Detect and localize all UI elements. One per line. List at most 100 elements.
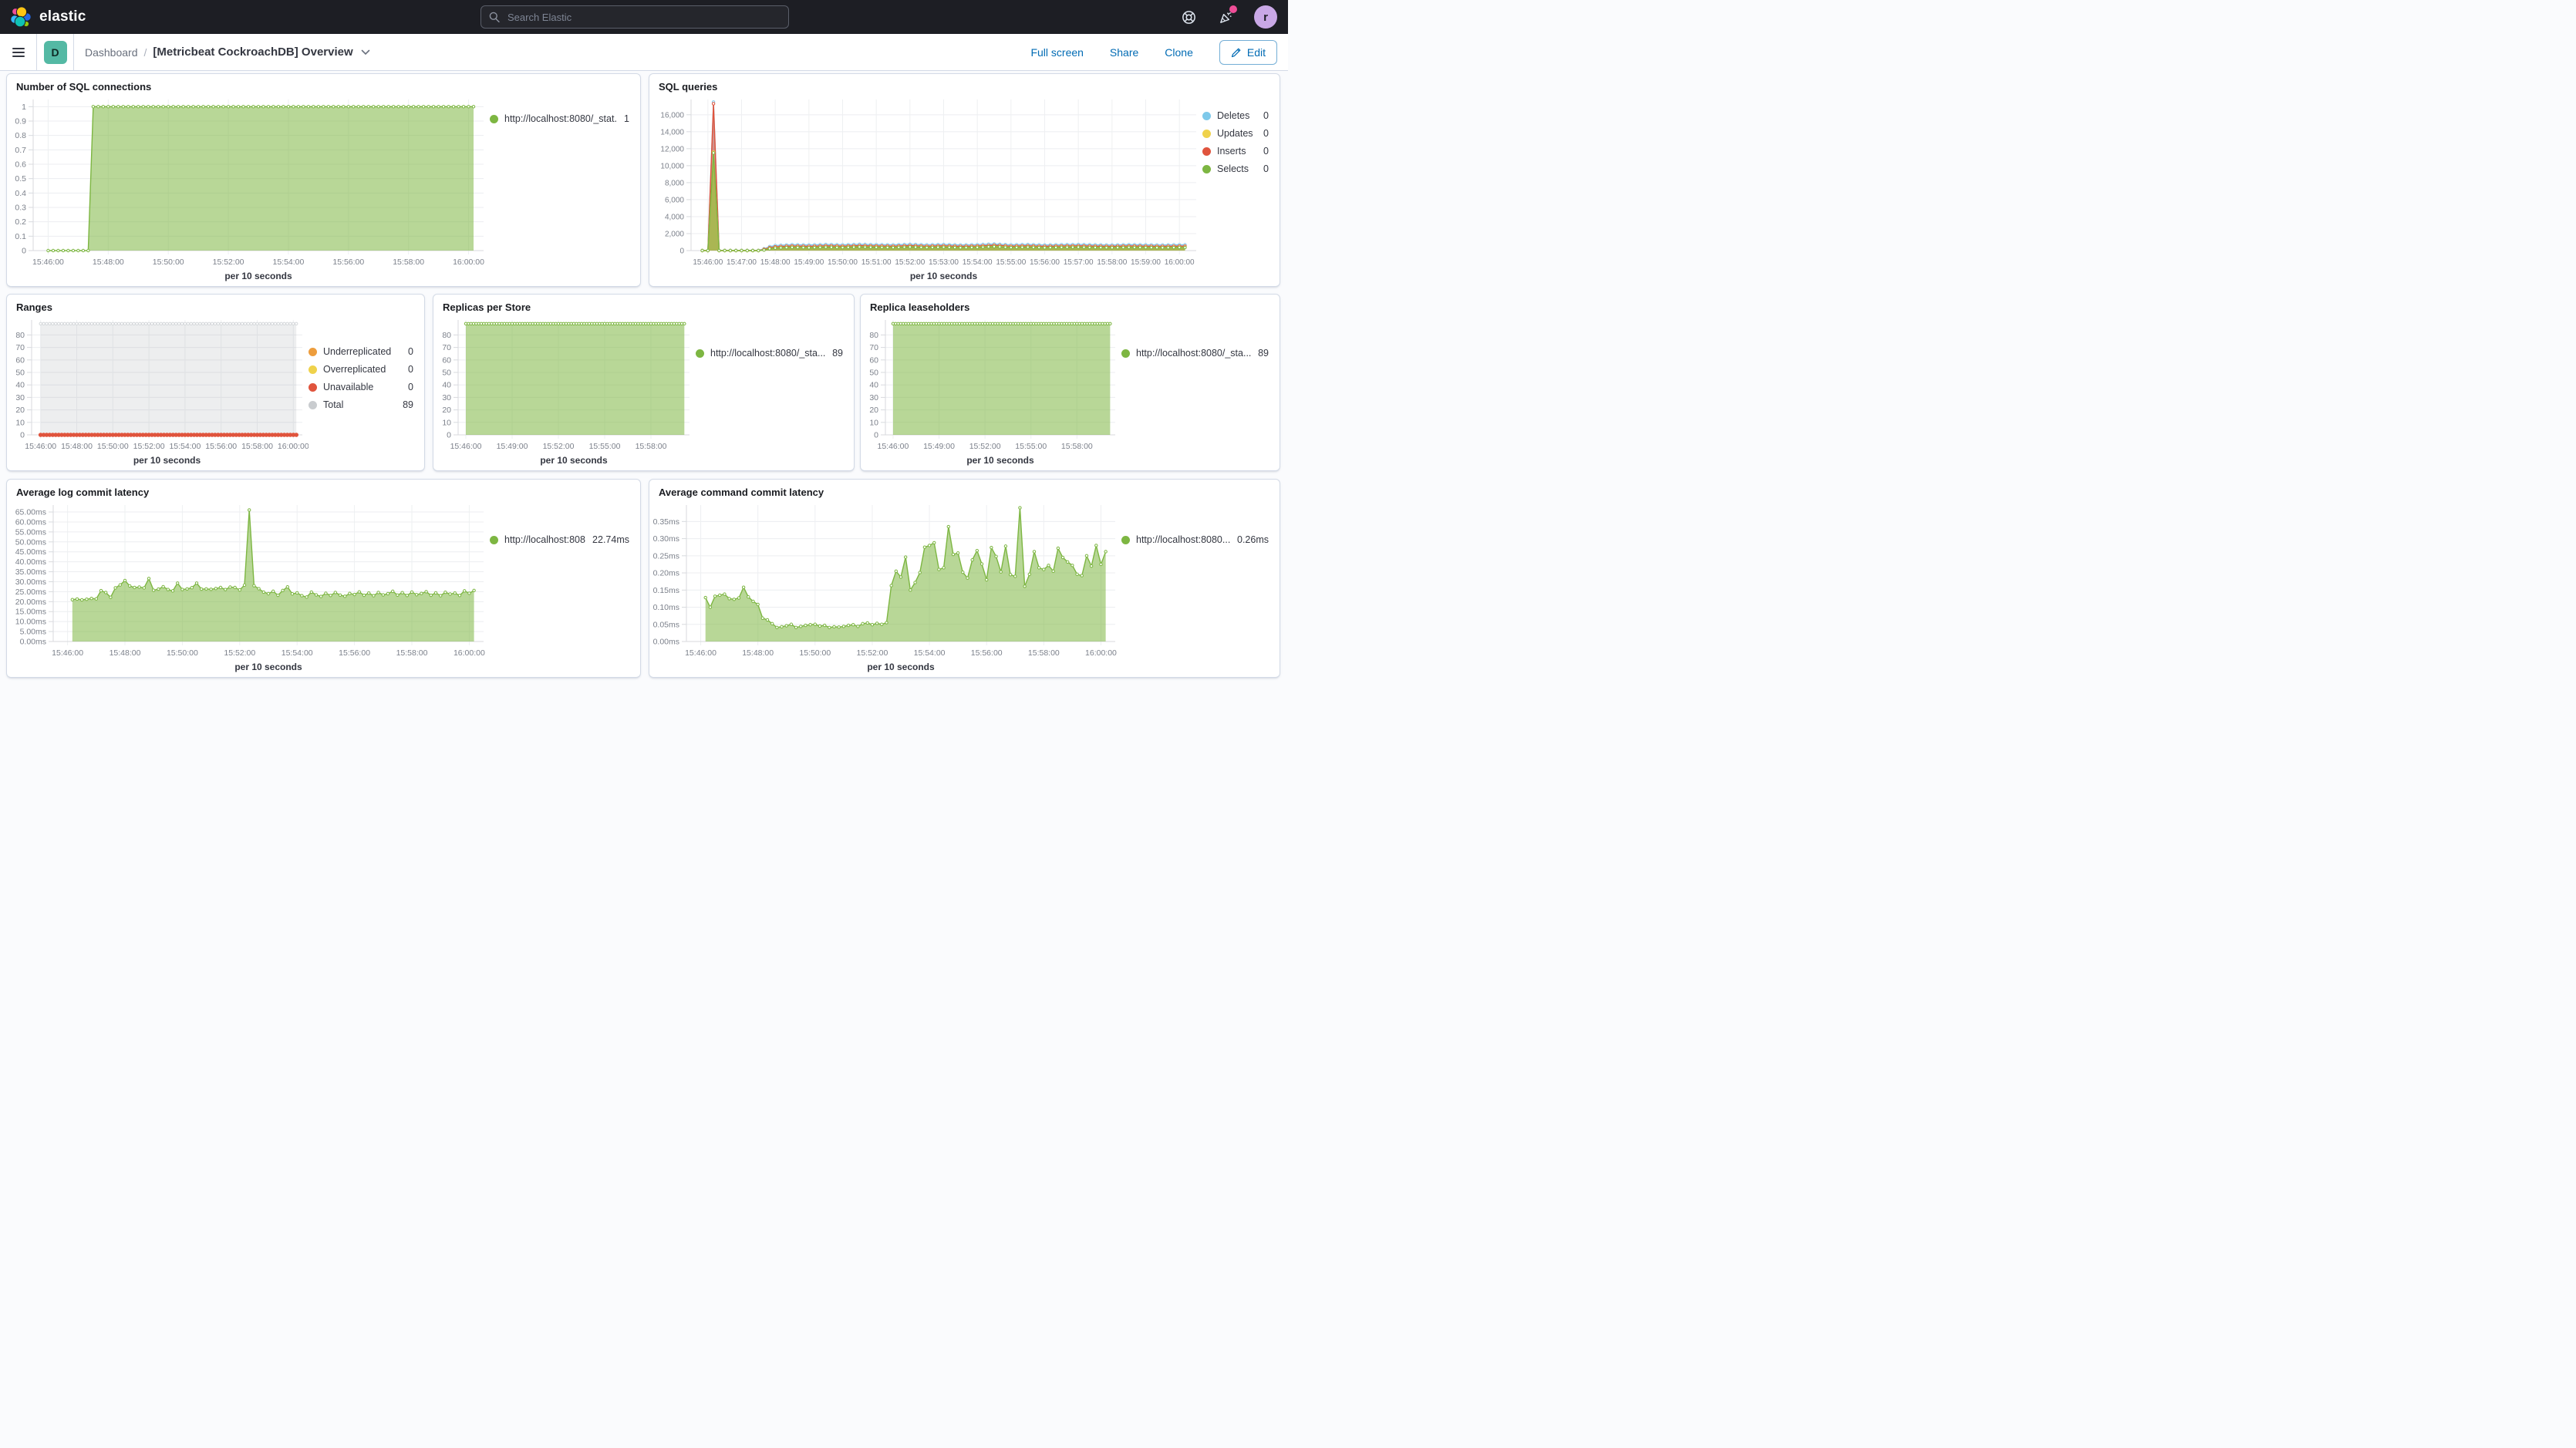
svg-text:per 10 seconds: per 10 seconds <box>234 662 302 672</box>
svg-text:0.4: 0.4 <box>15 189 26 198</box>
panel-title: Average command commit latency <box>649 480 1280 499</box>
brand-text: elastic <box>39 8 86 25</box>
global-search[interactable] <box>480 5 789 29</box>
legend-value: 1 <box>624 113 629 124</box>
svg-text:0: 0 <box>874 431 878 440</box>
legend-item[interactable]: Inserts0 <box>1202 146 1269 157</box>
svg-text:0.9: 0.9 <box>15 117 26 126</box>
svg-text:15:48:00: 15:48:00 <box>110 648 141 658</box>
legend-item[interactable]: http://localhost:8080/_sta...89 <box>696 348 843 359</box>
share-button[interactable]: Share <box>1110 46 1138 59</box>
panel-ranges: Ranges0102030405060708015:46:0015:48:001… <box>6 294 425 471</box>
svg-text:15:56:00: 15:56:00 <box>971 648 1003 658</box>
space-badge[interactable]: D <box>44 41 67 64</box>
chart-legend: http://localhost:808... 22.74ms <box>490 499 640 677</box>
legend-item[interactable]: http://localhost:808... 22.74ms <box>490 534 629 545</box>
legend-item[interactable]: Deletes0 <box>1202 110 1269 121</box>
hamburger-icon <box>12 48 25 57</box>
legend-item[interactable]: Total89 <box>309 399 413 410</box>
legend-value: 89 <box>1258 348 1269 359</box>
legend-color-dot-icon <box>696 349 704 358</box>
elastic-brand: elastic <box>0 5 179 29</box>
svg-text:15:54:00: 15:54:00 <box>282 648 313 658</box>
chart-plot-area[interactable]: 0102030405060708015:46:0015:49:0015:52:0… <box>433 314 696 470</box>
breadcrumb: Dashboard / [Metricbeat CockroachDB] Ove… <box>74 45 370 59</box>
legend-label: Unavailable <box>323 382 373 392</box>
svg-text:0.05ms: 0.05ms <box>653 620 679 629</box>
legend-label: http://localhost:808... <box>504 534 586 545</box>
chart-plot-area[interactable]: 0102030405060708015:46:0015:49:0015:52:0… <box>861 314 1121 470</box>
svg-text:15:48:00: 15:48:00 <box>61 442 93 451</box>
top-nav-bar: elastic <box>0 0 1288 34</box>
panel-title: SQL queries <box>649 74 1280 93</box>
svg-text:55.00ms: 55.00ms <box>15 527 46 537</box>
svg-text:15:48:00: 15:48:00 <box>742 648 774 658</box>
chart-plot-area[interactable]: 0.00ms0.05ms0.10ms0.15ms0.20ms0.25ms0.30… <box>649 499 1121 677</box>
svg-text:0.8: 0.8 <box>15 131 26 140</box>
svg-text:15:46:00: 15:46:00 <box>450 442 482 451</box>
legend-item[interactable]: http://localhost:8080/_stat... 1 <box>490 113 629 124</box>
panel-title: Number of SQL connections <box>7 74 640 93</box>
menu-button[interactable] <box>0 34 37 70</box>
svg-text:15:47:00: 15:47:00 <box>727 258 757 267</box>
legend-item[interactable]: http://localhost:8080/_sta...89 <box>1121 348 1269 359</box>
svg-text:15:52:00: 15:52:00 <box>133 442 165 451</box>
svg-text:0: 0 <box>20 431 25 440</box>
fullscreen-button[interactable]: Full screen <box>1030 46 1083 59</box>
help-icon[interactable] <box>1180 8 1197 25</box>
edit-button-label: Edit <box>1247 46 1266 59</box>
chart-plot-area[interactable]: 02,0004,0006,0008,00010,00012,00014,0001… <box>649 93 1202 286</box>
newsfeed-icon[interactable] <box>1217 8 1234 25</box>
svg-text:15:46:00: 15:46:00 <box>693 258 723 267</box>
legend-item[interactable]: Unavailable0 <box>309 382 413 392</box>
svg-text:0.25ms: 0.25ms <box>653 551 679 561</box>
svg-text:15:49:00: 15:49:00 <box>497 442 528 451</box>
edit-button[interactable]: Edit <box>1219 40 1277 65</box>
legend-label: Total <box>323 399 343 410</box>
svg-text:per 10 seconds: per 10 seconds <box>966 455 1034 466</box>
svg-text:60: 60 <box>869 355 878 365</box>
legend-label: http://localhost:8080/_stat... <box>504 113 618 124</box>
svg-text:20.00ms: 20.00ms <box>15 598 46 607</box>
svg-text:14,000: 14,000 <box>660 128 684 136</box>
svg-text:10: 10 <box>15 418 25 427</box>
svg-text:0.3: 0.3 <box>15 204 26 213</box>
svg-text:30: 30 <box>15 393 25 402</box>
chart-legend: Deletes0 Updates0 Inserts0 Selects0 <box>1202 93 1280 286</box>
svg-text:15:58:00: 15:58:00 <box>636 442 667 451</box>
legend-value: 22.74ms <box>592 534 629 545</box>
svg-text:15:54:00: 15:54:00 <box>169 442 201 451</box>
chart-legend: http://localhost:8080/_stat... 1 <box>490 93 640 286</box>
svg-text:0.6: 0.6 <box>15 160 26 170</box>
svg-text:15:50:00: 15:50:00 <box>799 648 831 658</box>
legend-item[interactable]: Updates0 <box>1202 128 1269 139</box>
legend-item[interactable]: http://localhost:8080...0.26ms <box>1121 534 1269 545</box>
clone-button[interactable]: Clone <box>1165 46 1193 59</box>
svg-text:15:54:00: 15:54:00 <box>272 258 304 267</box>
svg-text:60: 60 <box>442 355 451 365</box>
svg-text:15:52:00: 15:52:00 <box>213 258 244 267</box>
svg-text:15:50:00: 15:50:00 <box>97 442 129 451</box>
svg-text:25.00ms: 25.00ms <box>15 588 46 597</box>
legend-item[interactable]: Overreplicated0 <box>309 364 413 375</box>
chart-plot-area[interactable]: 0102030405060708015:46:0015:48:0015:50:0… <box>7 314 309 470</box>
legend-label: Selects <box>1217 163 1249 174</box>
svg-text:15:56:00: 15:56:00 <box>332 258 364 267</box>
legend-label: http://localhost:8080/_sta... <box>710 348 825 359</box>
user-avatar[interactable]: r <box>1254 5 1277 29</box>
chevron-down-icon[interactable] <box>361 49 370 56</box>
chart-plot-area[interactable]: 00.10.20.30.40.50.60.70.80.9115:46:0015:… <box>7 93 490 286</box>
panel-title: Ranges <box>7 295 424 314</box>
svg-text:5.00ms: 5.00ms <box>20 628 46 637</box>
legend-item[interactable]: Underreplicated0 <box>309 346 413 357</box>
breadcrumb-dashboard[interactable]: Dashboard <box>85 46 138 59</box>
chart-plot-area[interactable]: 0.00ms5.00ms10.00ms15.00ms20.00ms25.00ms… <box>7 499 490 677</box>
svg-text:16:00:00: 16:00:00 <box>453 258 484 267</box>
legend-item[interactable]: Selects0 <box>1202 163 1269 174</box>
svg-text:15:50:00: 15:50:00 <box>167 648 198 658</box>
panel-average-command-commit-latency: Average command commit latency0.00ms0.05… <box>649 479 1280 678</box>
svg-text:30: 30 <box>442 393 451 402</box>
svg-text:8,000: 8,000 <box>665 179 684 187</box>
global-search-input[interactable] <box>506 11 781 24</box>
space-cell: D <box>37 34 74 70</box>
